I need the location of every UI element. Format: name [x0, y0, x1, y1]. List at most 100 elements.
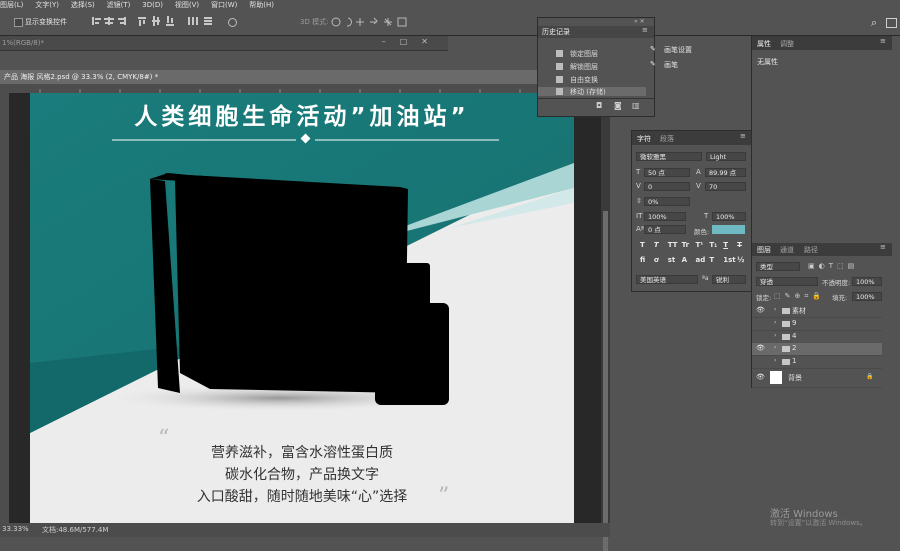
- panel-menu-icon[interactable]: ≡: [642, 26, 648, 34]
- zoom-level[interactable]: 33.33%: [2, 525, 29, 533]
- history-item[interactable]: 锁定图层: [538, 48, 646, 60]
- eye-icon[interactable]: 👁: [756, 373, 765, 381]
- history-item[interactable]: 解锁图层: [538, 61, 646, 73]
- history-item-partial[interactable]: [538, 40, 646, 46]
- menu-help[interactable]: 帮助(H): [249, 1, 274, 9]
- ligature-button[interactable]: fi: [640, 256, 651, 264]
- panel-menu-icon[interactable]: ≡: [740, 132, 746, 140]
- tracking-field[interactable]: 70: [705, 182, 746, 191]
- panel-menu-icon[interactable]: ≡: [880, 37, 886, 45]
- discretionary-ligature-button[interactable]: st: [668, 256, 679, 264]
- vertical-scrollbar[interactable]: [601, 93, 610, 551]
- font-style-select[interactable]: Light: [706, 152, 746, 161]
- chevron-right-icon[interactable]: ›: [774, 306, 776, 313]
- old-style-button[interactable]: ơ: [654, 256, 665, 264]
- tab-adjustments[interactable]: 调整: [780, 39, 794, 49]
- tab-properties[interactable]: 属性: [757, 39, 771, 49]
- vertical-scale-field[interactable]: 100%: [644, 212, 686, 221]
- faux-bold-button[interactable]: T: [640, 241, 651, 249]
- menu-type[interactable]: 文字(Y): [35, 1, 59, 9]
- antialias-select[interactable]: 锐利: [712, 275, 746, 284]
- window-controls[interactable]: –□✕: [382, 37, 442, 46]
- layer-row[interactable]: › 1: [752, 356, 882, 369]
- blend-mode-select[interactable]: 穿透: [756, 277, 818, 286]
- lock-icons[interactable]: ⬚✎⊕⌗🔒: [774, 292, 825, 301]
- layer-row-background[interactable]: 👁 背景 🔒: [752, 369, 882, 388]
- filter-icons[interactable]: ▣◐T⬚▤: [808, 262, 858, 270]
- document-tab[interactable]: 产品 海报 风格2.psd @ 33.3% (2, CMYK/8#) *: [0, 70, 537, 84]
- font-family-select[interactable]: 微软雅黑: [636, 152, 702, 161]
- copy-line-3: 入口酸甜，随时随地美味“心”选择: [196, 489, 408, 505]
- lock-icon: 🔒: [866, 373, 874, 380]
- show-transform-checkbox[interactable]: [14, 18, 23, 27]
- baseline-shift-field[interactable]: 0 点: [644, 225, 686, 234]
- eye-icon[interactable]: 👁: [756, 344, 765, 352]
- underline-button[interactable]: T: [723, 241, 734, 249]
- chevron-right-icon[interactable]: ›: [774, 332, 776, 339]
- menu-3d[interactable]: 3D(D): [142, 1, 163, 9]
- tab-character[interactable]: 字符: [637, 134, 651, 144]
- history-title[interactable]: 历史记录: [542, 27, 570, 37]
- leading-field[interactable]: 89.99 点: [705, 168, 746, 177]
- opacity-field[interactable]: 100%: [852, 277, 882, 286]
- tab-paths[interactable]: 路径: [804, 245, 818, 255]
- search-icon[interactable]: ⌕: [871, 16, 877, 30]
- history-item[interactable]: 自由变换: [538, 74, 646, 86]
- scroll-thumb[interactable]: [603, 211, 608, 551]
- subscript-button[interactable]: T₁: [709, 241, 720, 249]
- ordinals-button[interactable]: 1st: [723, 256, 735, 264]
- tab-layers[interactable]: 图层: [757, 245, 771, 255]
- layer-row-selected[interactable]: 👁 › 2: [752, 343, 882, 356]
- superscript-button[interactable]: T¹: [696, 241, 707, 249]
- tab-paragraph[interactable]: 段落: [660, 134, 674, 144]
- layers-panel: 图层 通道 路径 ≡ 类型 ▣◐T⬚▤ 穿透 不透明度: 100% 锁定: ⬚✎…: [751, 243, 892, 388]
- brush-settings-item[interactable]: 画笔设置: [664, 45, 692, 55]
- workspace-icon[interactable]: [886, 18, 897, 28]
- language-select[interactable]: 美国英语: [636, 275, 698, 284]
- menu-filter[interactable]: 滤镜(T): [107, 1, 131, 9]
- more-options-icon[interactable]: [228, 18, 237, 27]
- trash-icon[interactable]: ▥: [632, 101, 640, 110]
- strikethrough-button[interactable]: T: [737, 241, 748, 249]
- snapshot-icon[interactable]: ◘: [596, 101, 602, 110]
- brush-item[interactable]: 画笔: [664, 60, 678, 70]
- eye-icon[interactable]: 👁: [756, 306, 765, 314]
- font-size-field[interactable]: 50 点: [644, 168, 690, 177]
- baseline-shift-icon: Aª: [636, 225, 645, 233]
- swash-button[interactable]: A: [682, 256, 693, 264]
- 3d-tool-icons[interactable]: [330, 16, 410, 28]
- horizontal-scale-field[interactable]: 100%: [712, 212, 746, 221]
- background-document-window[interactable]: 1%(RGB/8)* –□✕: [0, 36, 448, 51]
- menu-view[interactable]: 视图(V): [175, 1, 199, 9]
- poster-canvas[interactable]: “ ” 人类细胞生命活动”加油站” 营养滋补，富含水溶性蛋白质 碳水化合物，产品…: [30, 93, 574, 523]
- all-caps-button[interactable]: TT: [668, 241, 679, 249]
- fill-field[interactable]: 100%: [852, 292, 882, 301]
- chevron-right-icon[interactable]: ›: [774, 319, 776, 326]
- panel-collapse-icon[interactable]: « ✕: [634, 18, 645, 25]
- history-item-selected[interactable]: 移动 (存储): [538, 87, 646, 96]
- camera-icon[interactable]: ◙: [614, 101, 622, 110]
- document-size[interactable]: 文档:48.6M/577.4M: [42, 525, 108, 535]
- layer-row[interactable]: › 9: [752, 318, 882, 331]
- fractions-button[interactable]: ½: [737, 256, 748, 264]
- menu-window[interactable]: 窗口(W): [211, 1, 237, 9]
- layer-row[interactable]: 👁 › 素材: [752, 305, 882, 318]
- panel-menu-icon[interactable]: ≡: [880, 243, 886, 251]
- titling-button[interactable]: T: [709, 256, 720, 264]
- menu-select[interactable]: 选择(S): [71, 1, 95, 9]
- layer-filter-select[interactable]: 类型: [756, 262, 800, 271]
- stylistic-alternates-button[interactable]: ad: [696, 256, 707, 264]
- chevron-right-icon[interactable]: ›: [774, 344, 776, 351]
- faux-italic-button[interactable]: T: [654, 241, 665, 249]
- text-color-swatch[interactable]: [712, 225, 745, 234]
- chevron-right-icon[interactable]: ›: [774, 357, 776, 364]
- tab-channels[interactable]: 通道: [780, 245, 794, 255]
- brush-icon[interactable]: ✎: [650, 60, 656, 68]
- menu-layer[interactable]: 图层(L): [0, 1, 23, 9]
- kerning-field[interactable]: 0: [644, 182, 690, 191]
- copy-line-2: 碳水化合物，产品换文字: [225, 467, 379, 483]
- align-buttons-icon[interactable]: [90, 15, 218, 27]
- proportional-spacing-field[interactable]: 0%: [644, 197, 690, 206]
- small-caps-button[interactable]: Tr: [682, 241, 693, 249]
- brush-settings-icon[interactable]: ✎: [650, 45, 656, 53]
